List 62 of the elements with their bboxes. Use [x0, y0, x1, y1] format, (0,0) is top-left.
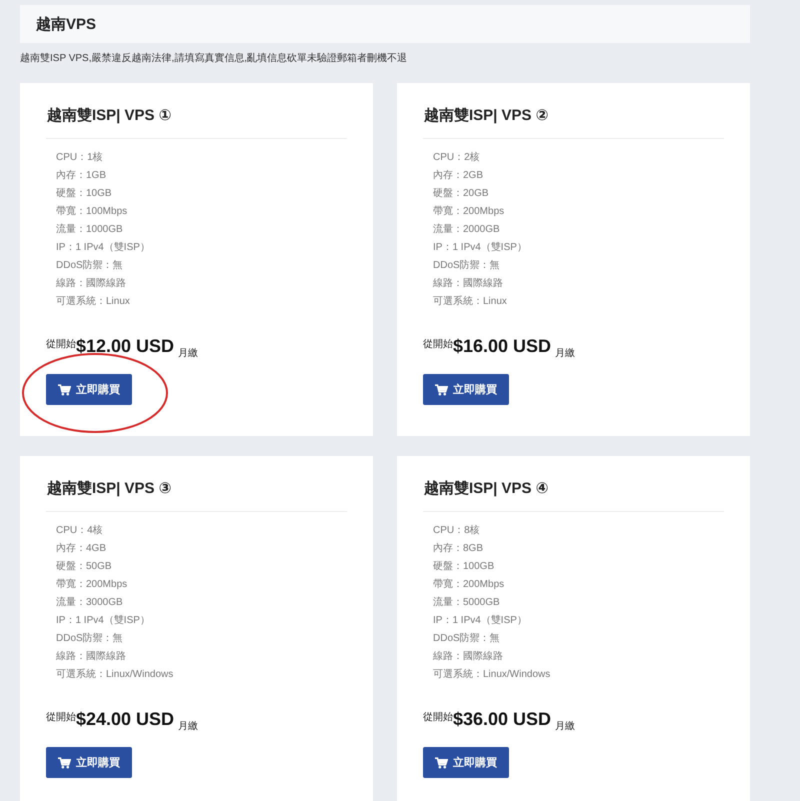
spec-line: IP：1 IPv4（雙ISP）	[56, 614, 151, 628]
spec-line: IP：1 IPv4（雙ISP）	[433, 614, 528, 628]
spec-line: 可選系統：Linux/Windows	[56, 668, 174, 682]
buy-button[interactable]: 立即購買	[46, 374, 132, 405]
price-prefix: 從開始	[423, 711, 453, 724]
notice-text: 越南雙ISP VPS,嚴禁違反越南法律,請填寫真實信息,亂填信息砍單未驗證郵箱者刪機不退	[20, 52, 408, 65]
price: $16.00 USD	[453, 335, 552, 357]
cart-icon	[435, 384, 448, 396]
price-prefix: 從開始	[46, 711, 76, 724]
spec-line: 線路：國際線路	[433, 277, 504, 291]
spec-line: 流量：3000GB	[56, 596, 124, 610]
plan-title: 越南雙ISP| VPS ④	[424, 479, 550, 499]
plan-title: 越南雙ISP| VPS ③	[47, 479, 172, 499]
billing-period: 月繳	[555, 720, 576, 733]
price-prefix: 從開始	[423, 338, 453, 351]
spec-line: 線路：國際線路	[56, 277, 127, 291]
spec-line: 硬盤：50GB	[56, 560, 113, 574]
spec-line: 內存：2GB	[433, 168, 484, 183]
spec-line: 可選系統：Linux	[56, 294, 131, 309]
spec-line: 可選系統：Linux	[433, 294, 508, 309]
spec-line: IP：1 IPv4（雙ISP）	[433, 241, 528, 255]
plan-title: 越南雙ISP| VPS ①	[47, 106, 172, 126]
spec-line: DDoS防禦：無	[433, 632, 501, 646]
price: $36.00 USD	[453, 708, 552, 730]
cart-icon	[58, 756, 71, 768]
buy-button[interactable]: 立即購買	[423, 374, 509, 405]
spec-line: 流量：5000GB	[433, 596, 501, 610]
price: $24.00 USD	[76, 708, 174, 730]
billing-period: 月繳	[555, 347, 576, 360]
price: $12.00 USD	[76, 335, 174, 357]
spec-line: CPU：1核	[56, 150, 104, 165]
spec-line: 硬盤：10GB	[56, 187, 113, 201]
spec-line: 線路：國際線路	[433, 650, 504, 664]
spec-line: DDoS防禦：無	[56, 258, 124, 273]
billing-period: 月繳	[178, 347, 198, 360]
buy-button[interactable]: 立即購買	[46, 747, 132, 778]
spec-line: 內存：4GB	[56, 542, 108, 556]
spec-line: 帶寬：200Mbps	[56, 578, 128, 592]
spec-line: 流量：2000GB	[433, 222, 501, 237]
spec-line: 流量：1000GB	[56, 222, 124, 237]
spec-line: CPU：4核	[56, 524, 104, 538]
spec-line: 硬盤：100GB	[433, 560, 496, 574]
billing-period: 月繳	[178, 720, 198, 733]
buy-button[interactable]: 立即購買	[423, 747, 509, 778]
spec-line: 內存：1GB	[56, 168, 108, 183]
spec-line: 帶寬：200Mbps	[433, 578, 506, 592]
spec-line: 線路：國際線路	[56, 650, 127, 664]
spec-line: CPU：8核	[433, 524, 481, 538]
spec-line: 可選系統：Linux/Windows	[433, 668, 552, 682]
spec-line: CPU：2核	[433, 150, 481, 165]
cart-icon	[435, 756, 448, 768]
spec-line: 帶寬：200Mbps	[433, 204, 506, 219]
spec-line: IP：1 IPv4（雙ISP）	[56, 241, 151, 255]
cart-icon	[58, 384, 71, 396]
page-title: 越南VPS	[36, 14, 96, 34]
spec-line: DDoS防禦：無	[56, 632, 124, 646]
spec-line: 硬盤：20GB	[433, 187, 490, 201]
price-prefix: 從開始	[46, 338, 76, 351]
plan-title: 越南雙ISP| VPS ②	[424, 106, 550, 126]
spec-line: 帶寬：100Mbps	[56, 204, 128, 219]
spec-line: 內存：8GB	[433, 542, 484, 556]
spec-line: DDoS防禦：無	[433, 258, 501, 273]
